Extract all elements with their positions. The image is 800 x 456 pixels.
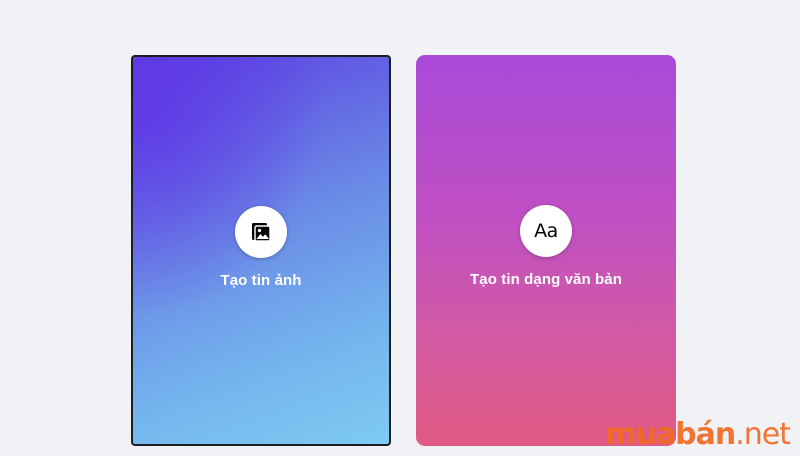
create-text-story-card[interactable]: Aa Tạo tin dạng văn bản bbox=[416, 55, 676, 446]
photo-story-content: Tạo tin ảnh bbox=[133, 206, 389, 289]
text-aa-icon: Aa bbox=[534, 220, 558, 242]
watermark-text: muabán bbox=[605, 417, 736, 452]
muaban-watermark-logo: muabán.net bbox=[605, 417, 791, 452]
watermark-suffix: .net bbox=[735, 417, 791, 452]
text-story-content: Aa Tạo tin dạng văn bản bbox=[416, 205, 676, 288]
photo-story-label: Tạo tin ảnh bbox=[220, 272, 302, 289]
photo-story-icon-button[interactable] bbox=[235, 206, 287, 258]
text-story-label: Tạo tin dạng văn bản bbox=[469, 271, 622, 288]
create-photo-story-card[interactable]: Tạo tin ảnh bbox=[131, 55, 391, 446]
photo-gallery-icon bbox=[252, 223, 271, 242]
text-story-icon-button[interactable]: Aa bbox=[520, 205, 572, 257]
